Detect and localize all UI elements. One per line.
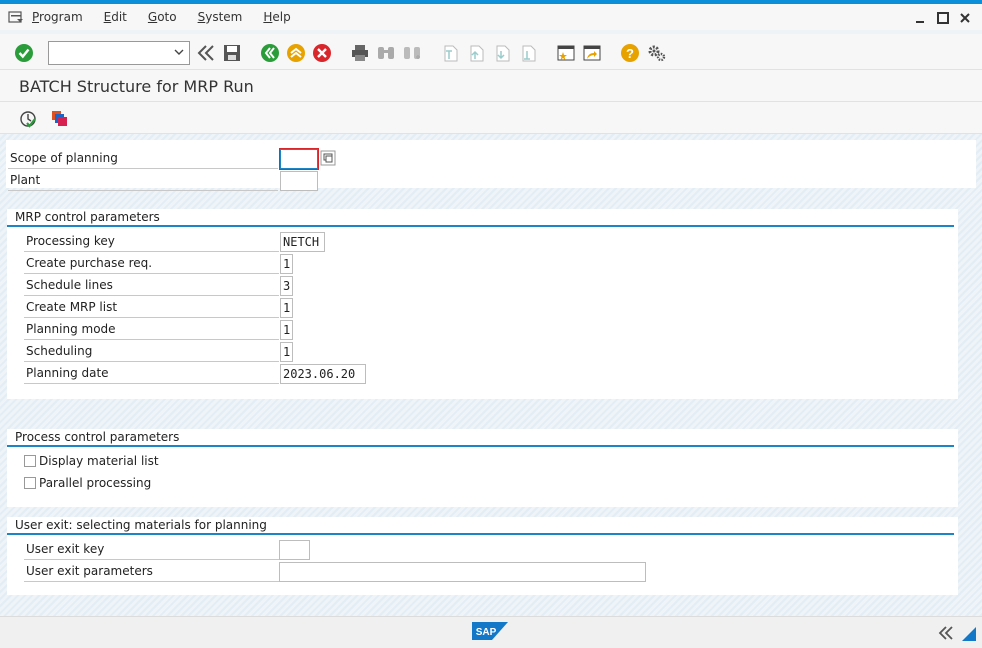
schedule-lines-row: Schedule lines 3 — [24, 275, 424, 297]
status-bar: SAP — [0, 616, 982, 648]
user-exit-params-row: User exit parameters — [24, 561, 724, 583]
content-area: Scope of planning Plant MRP control para… — [0, 134, 982, 616]
create-mrp-list-row: Create MRP list 1 — [24, 297, 424, 319]
title-bar: BATCH Structure for MRP Run — [0, 70, 982, 102]
user-exit-key-label: User exit key — [24, 539, 279, 560]
scope-label: Scope of planning — [8, 148, 278, 169]
maximize-icon[interactable] — [936, 11, 950, 25]
save-icon[interactable] — [222, 43, 242, 63]
processing-key-row: Processing key NETCH — [24, 231, 424, 253]
enter-icon[interactable] — [14, 43, 34, 63]
create-session-icon[interactable] — [556, 43, 576, 63]
plant-label: Plant — [8, 170, 278, 191]
scope-row: Scope of planning — [8, 148, 338, 170]
value-help-icon[interactable] — [320, 150, 336, 166]
create-mrp-list-label: Create MRP list — [24, 297, 279, 318]
display-material-list-row: Display material list — [24, 451, 324, 473]
display-material-list-label: Display material list — [39, 454, 159, 468]
parallel-processing-row: Parallel processing — [24, 473, 324, 495]
top-fields-panel: Scope of planning Plant — [6, 140, 976, 191]
svg-text:?: ? — [626, 46, 634, 61]
menu-system[interactable]: System — [198, 10, 243, 24]
scheduling-input[interactable]: 1 — [280, 342, 293, 362]
user-exit-key-row: User exit key — [24, 539, 424, 561]
chevron-down-icon[interactable] — [174, 47, 184, 57]
cancel-icon[interactable] — [312, 43, 332, 63]
processing-key-label: Processing key — [24, 231, 279, 252]
mrp-control-title: MRP control parameters — [7, 209, 954, 227]
user-exit-key-input[interactable] — [279, 540, 310, 560]
create-purchase-req-label: Create purchase req. — [24, 253, 279, 274]
menu-help[interactable]: Help — [263, 10, 290, 24]
planning-mode-input[interactable]: 1 — [280, 320, 293, 340]
display-material-list-checkbox[interactable] — [24, 455, 36, 467]
scheduling-label: Scheduling — [24, 341, 279, 362]
collapse-status-icon[interactable] — [938, 626, 954, 640]
create-purchase-req-row: Create purchase req. 1 — [24, 253, 424, 275]
schedule-lines-label: Schedule lines — [24, 275, 279, 296]
variant-icon[interactable] — [51, 110, 69, 128]
processing-key-input[interactable]: NETCH — [280, 232, 325, 252]
previous-page-icon[interactable] — [466, 43, 486, 63]
double-chevron-left-icon[interactable] — [196, 43, 216, 63]
menu-goto[interactable]: Goto — [148, 10, 177, 24]
process-control-group: Process control parameters Display mater… — [7, 429, 958, 507]
parallel-processing-label: Parallel processing — [39, 476, 152, 490]
next-page-icon[interactable] — [492, 43, 512, 63]
resize-grip-icon[interactable] — [962, 627, 976, 641]
planning-mode-label: Planning mode — [24, 319, 279, 340]
execute-icon[interactable] — [19, 110, 37, 128]
minimize-icon[interactable] — [914, 11, 928, 25]
find-next-icon[interactable] — [402, 43, 422, 63]
planning-date-label: Planning date — [24, 363, 279, 384]
first-page-icon[interactable] — [440, 43, 460, 63]
standard-toolbar: ? — [0, 34, 982, 70]
menu-edit[interactable]: Edit — [104, 10, 127, 24]
sap-logo: SAP — [472, 622, 508, 640]
user-exit-params-input[interactable] — [279, 562, 646, 582]
scope-of-planning-input[interactable] — [280, 149, 318, 169]
close-icon[interactable] — [958, 11, 972, 25]
page-title: BATCH Structure for MRP Run — [19, 77, 254, 96]
svg-text:SAP: SAP — [476, 627, 497, 638]
planning-mode-row: Planning mode 1 — [24, 319, 424, 341]
shortcut-icon[interactable] — [582, 43, 602, 63]
back-icon[interactable] — [260, 43, 280, 63]
command-field[interactable] — [48, 41, 190, 65]
create-purchase-req-input[interactable]: 1 — [280, 254, 293, 274]
parallel-processing-checkbox[interactable] — [24, 477, 36, 489]
plant-row: Plant — [8, 170, 338, 192]
settings-icon[interactable] — [646, 43, 666, 63]
menu-program[interactable]: Program — [32, 10, 83, 24]
menu-list-icon[interactable] — [8, 10, 24, 24]
create-mrp-list-input[interactable]: 1 — [280, 298, 293, 318]
plant-input[interactable] — [280, 171, 318, 191]
application-toolbar — [0, 102, 982, 134]
help-icon[interactable]: ? — [620, 43, 640, 63]
mrp-control-group: MRP control parameters Processing key NE… — [7, 209, 958, 399]
exit-icon[interactable] — [286, 43, 306, 63]
user-exit-group: User exit: selecting materials for plann… — [7, 517, 958, 595]
process-control-title: Process control parameters — [7, 429, 954, 447]
planning-date-input[interactable]: 2023.06.20 — [280, 364, 366, 384]
planning-date-row: Planning date 2023.06.20 — [24, 363, 424, 385]
user-exit-params-label: User exit parameters — [24, 561, 279, 582]
user-exit-title: User exit: selecting materials for plann… — [7, 517, 954, 535]
find-icon[interactable] — [376, 43, 396, 63]
last-page-icon[interactable] — [518, 43, 538, 63]
menu-bar: Program Edit Goto System Help — [0, 4, 982, 30]
scheduling-row: Scheduling 1 — [24, 341, 424, 363]
print-icon[interactable] — [350, 43, 370, 63]
schedule-lines-input[interactable]: 3 — [280, 276, 293, 296]
